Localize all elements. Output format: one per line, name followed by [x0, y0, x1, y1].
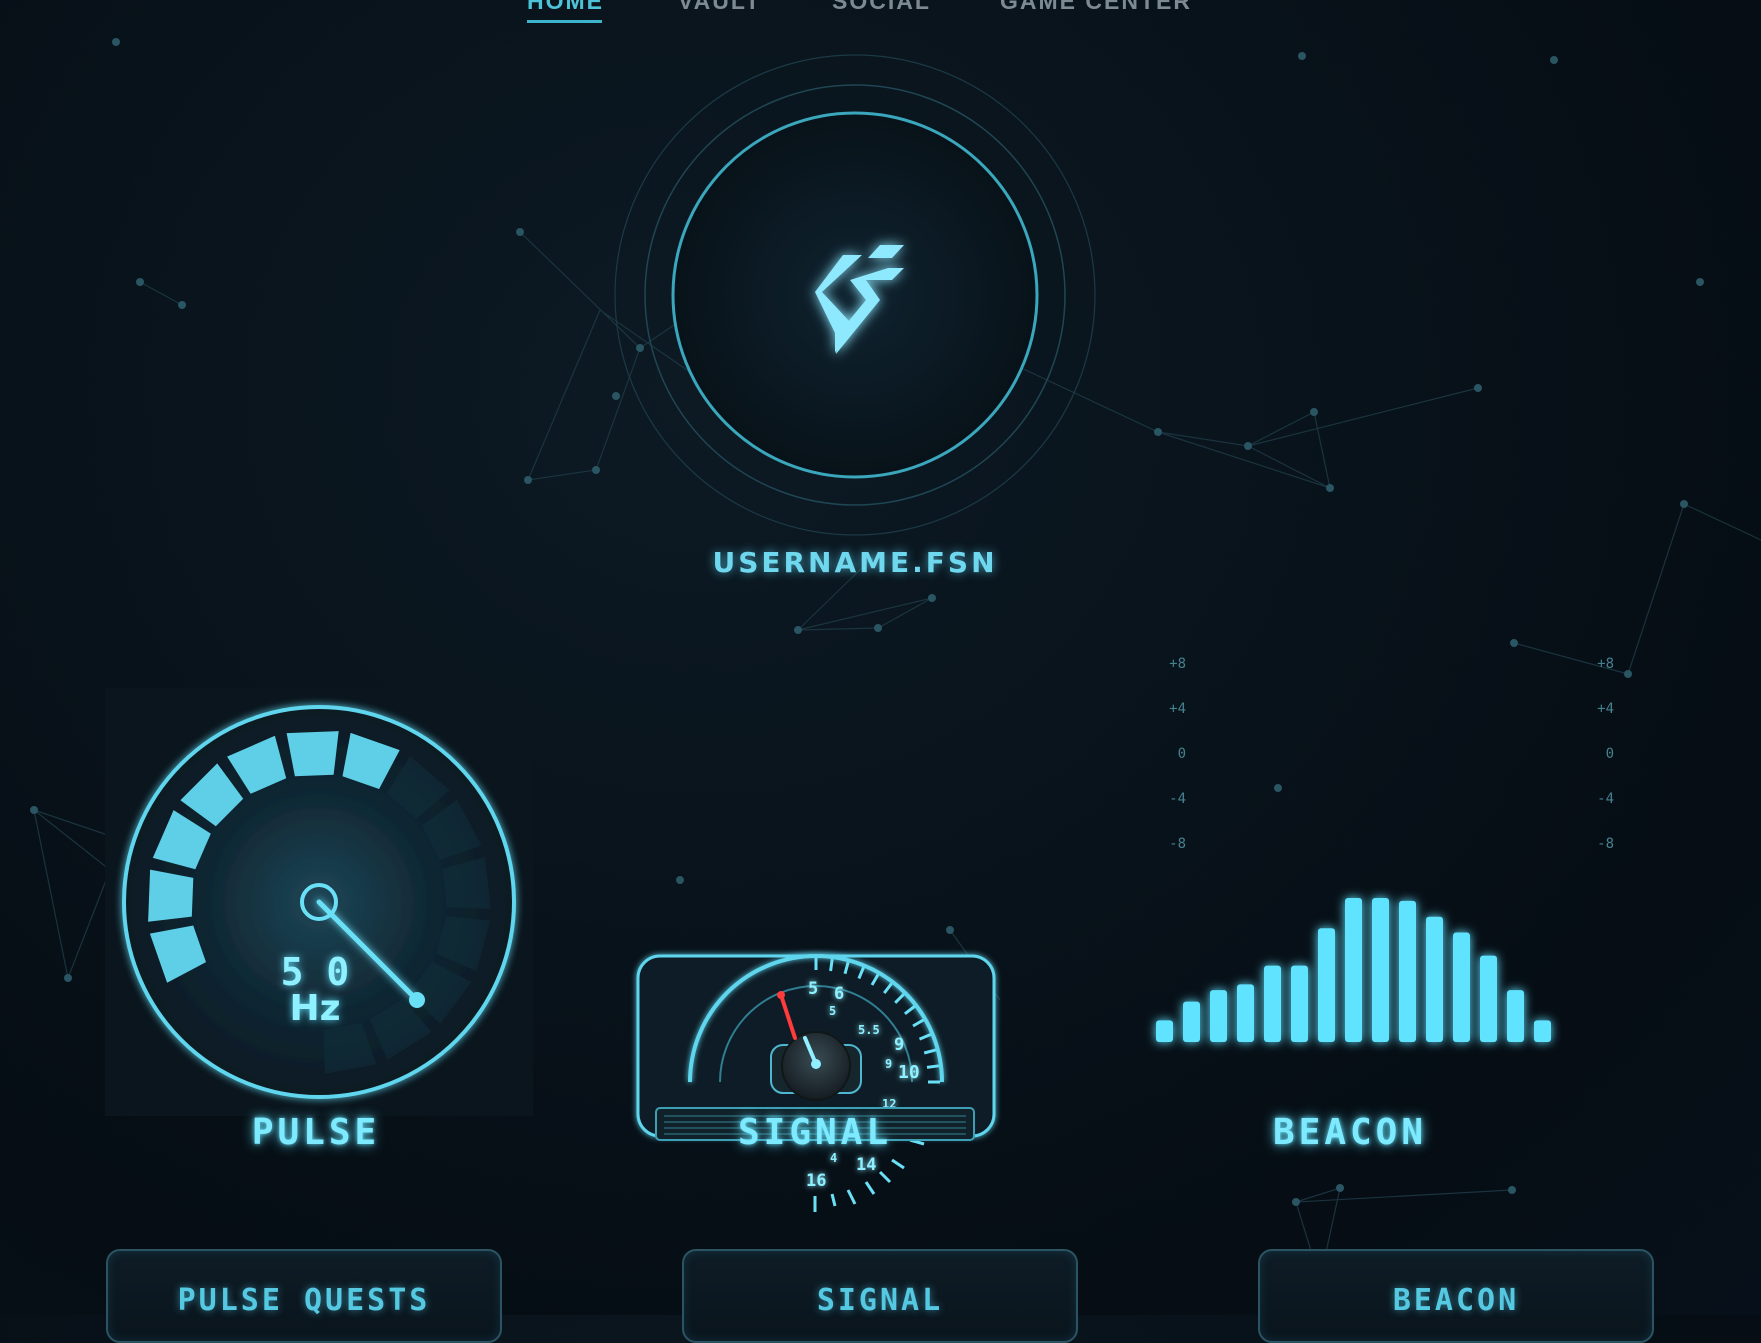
signal-card[interactable]: SIGNAL — [682, 1249, 1078, 1343]
signal-label: SIGNAL — [737, 1112, 893, 1153]
pulse-gauge[interactable]: 5 0 Hz — [105, 688, 533, 1116]
profile-username: USERNAME.FSN — [712, 546, 998, 579]
beacon-bar — [1480, 955, 1497, 1042]
pulse-unit: Hz — [289, 988, 341, 1029]
signal-dial-number: 5 — [829, 1004, 836, 1018]
signal-dial-number: 9 — [885, 1057, 892, 1071]
beacon-bar — [1399, 900, 1416, 1042]
nav-tab-home[interactable]: HOME — [527, 0, 604, 18]
beacon-bar — [1183, 1001, 1200, 1042]
signal-dial-number: 6 — [834, 984, 844, 1004]
beacon-bar — [1372, 898, 1389, 1042]
beacon-bar — [1426, 916, 1443, 1042]
beacon-bar — [1210, 990, 1227, 1042]
signal-dial-number: 4 — [830, 1151, 837, 1165]
signal-dial-number: 5 — [808, 979, 818, 999]
signal-dial-number: 5.5 — [858, 1023, 880, 1037]
signal-dial-number: 14 — [856, 1155, 876, 1175]
card-label: PULSE QUESTS — [177, 1283, 431, 1318]
beacon-bar — [1534, 1020, 1551, 1042]
beacon-label: BEACON — [1272, 1112, 1428, 1153]
beacon-bar — [1291, 965, 1308, 1042]
signal-gauge[interactable]: 5 6 5 5.5 9 9 10 12 12 4 14 16 — [630, 945, 1010, 1225]
beacon-bar — [1264, 965, 1281, 1042]
beacon-meter[interactable]: +8 +4 0 -4 -8 +8 +4 0 -4 -8 — [1120, 640, 1614, 1080]
beacon-bar — [1237, 984, 1254, 1042]
nav-active-underline — [527, 20, 602, 23]
signal-dial-number: 10 — [898, 1062, 920, 1083]
signal-tick — [926, 1064, 940, 1069]
profile-avatar[interactable] — [605, 45, 1105, 545]
home-screen: HOME VAULT SOCIAL GAME CENTER USERNAME.F… — [0, 0, 1761, 1343]
pulse-segment-lit — [286, 731, 339, 777]
card-label: SIGNAL — [816, 1283, 944, 1318]
beacon-bar — [1156, 1020, 1173, 1042]
pulse-segment-lit — [148, 869, 194, 922]
beacon-bar — [1453, 932, 1470, 1042]
card-label: BEACON — [1392, 1283, 1520, 1318]
nav-tab-game-center[interactable]: GAME CENTER — [1000, 0, 1192, 18]
nav-tab-social[interactable]: SOCIAL — [832, 0, 931, 18]
signal-dial-number: 9 — [894, 1035, 904, 1055]
signal-dial-number: 16 — [806, 1171, 826, 1191]
nav-tab-vault[interactable]: VAULT — [678, 0, 761, 18]
beacon-bar — [1345, 898, 1362, 1042]
beacon-bar — [1507, 990, 1524, 1042]
beacon-bar — [1318, 928, 1335, 1042]
signal-tick — [829, 958, 834, 972]
pulse-quests-card[interactable]: PULSE QUESTS — [106, 1249, 502, 1343]
pulse-label: PULSE — [251, 1112, 381, 1153]
beacon-card[interactable]: BEACON — [1258, 1249, 1654, 1343]
